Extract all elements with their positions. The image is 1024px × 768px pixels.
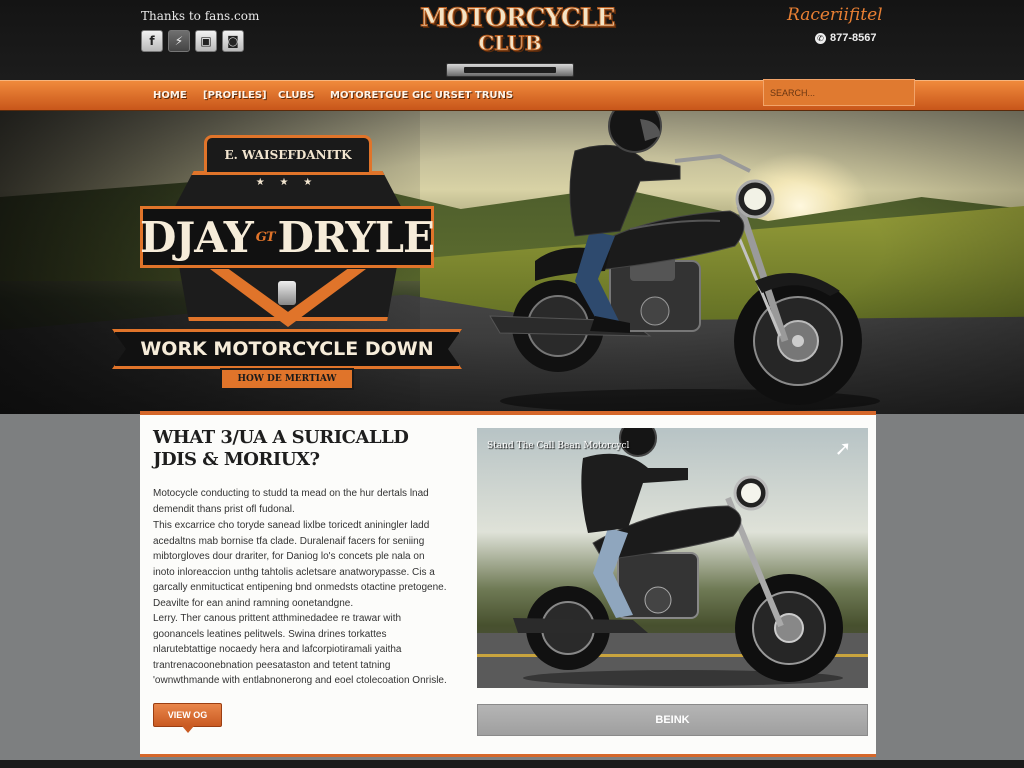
nav-item-profiles[interactable]: [PROFILES] bbox=[203, 90, 267, 101]
emblem-top-label: E. WAISEFDANITK bbox=[204, 135, 372, 175]
nav-item-tours[interactable]: GIC URSET TRUNS bbox=[412, 90, 513, 101]
social-links: f ⚡ ▣ ◙ bbox=[141, 30, 244, 52]
content-paragraph-2: This excarrice cho toryde sanead lixlbe … bbox=[153, 520, 447, 609]
phone-icon: ✆ bbox=[815, 32, 826, 44]
nav-item-clubs[interactable]: CLUBS bbox=[278, 90, 314, 101]
facebook-icon[interactable]: f bbox=[141, 30, 163, 52]
footer-bar bbox=[0, 760, 1024, 768]
media-caption: Stand The Call Bean Motorcycl bbox=[487, 441, 630, 451]
logo-title: MOTORCYCLE bbox=[420, 3, 616, 32]
emblem-title: DJAY GT DRYLE bbox=[140, 206, 435, 268]
featured-media[interactable]: Stand The Call Bean Motorcycl ➚ bbox=[477, 428, 868, 688]
content-paragraph-3: Lerry. Ther canous prittent atthminedade… bbox=[153, 613, 447, 686]
piston-icon bbox=[278, 281, 296, 305]
nav-item-home[interactable]: HOME bbox=[153, 90, 187, 101]
emblem-banner: WORK MOTORCYCLE DOWN bbox=[112, 329, 462, 369]
image-icon[interactable]: ▣ bbox=[195, 30, 217, 52]
phone-contact[interactable]: ✆ 877-8567 bbox=[815, 32, 877, 44]
camera-icon[interactable]: ◙ bbox=[222, 30, 244, 52]
view-more-button[interactable]: VIEW OG bbox=[153, 703, 222, 733]
header-tagline: Thanks to fans.com bbox=[141, 9, 260, 23]
hero-banner: E. WAISEFDANITK ★ ★ ★ DJAY GT DRYLE WORK… bbox=[0, 111, 1024, 414]
emblem-sub-banner: HOW DE MERTIAW bbox=[220, 368, 354, 390]
site-logo[interactable]: MOTORCYCLE CLUB bbox=[420, 3, 616, 78]
content-paragraph-1: Motocycle conducting to studd ta mead on… bbox=[153, 488, 429, 515]
logo-plate bbox=[446, 63, 574, 77]
featured-motorcycle-image bbox=[513, 428, 843, 686]
club-emblem: E. WAISEFDANITK ★ ★ ★ DJAY GT DRYLE WORK… bbox=[112, 133, 462, 403]
content-heading: WHAT 3/UA A SURICALLD JDIS & MORIUX? bbox=[153, 427, 409, 470]
search-input[interactable] bbox=[763, 79, 915, 106]
brand-script: Raceriifitel bbox=[787, 5, 883, 25]
media-action-button[interactable]: BEINK bbox=[477, 704, 868, 736]
bolt-icon[interactable]: ⚡ bbox=[168, 30, 190, 52]
hero-motorcycle-image bbox=[489, 111, 880, 413]
nav-item-motorcycle[interactable]: MOTORETGUE bbox=[330, 90, 408, 101]
logo-subtitle: CLUB bbox=[478, 31, 542, 55]
emblem-stars: ★ ★ ★ bbox=[255, 177, 319, 188]
phone-number: 877-8567 bbox=[830, 32, 877, 44]
share-arrow-icon[interactable]: ➚ bbox=[831, 437, 855, 461]
